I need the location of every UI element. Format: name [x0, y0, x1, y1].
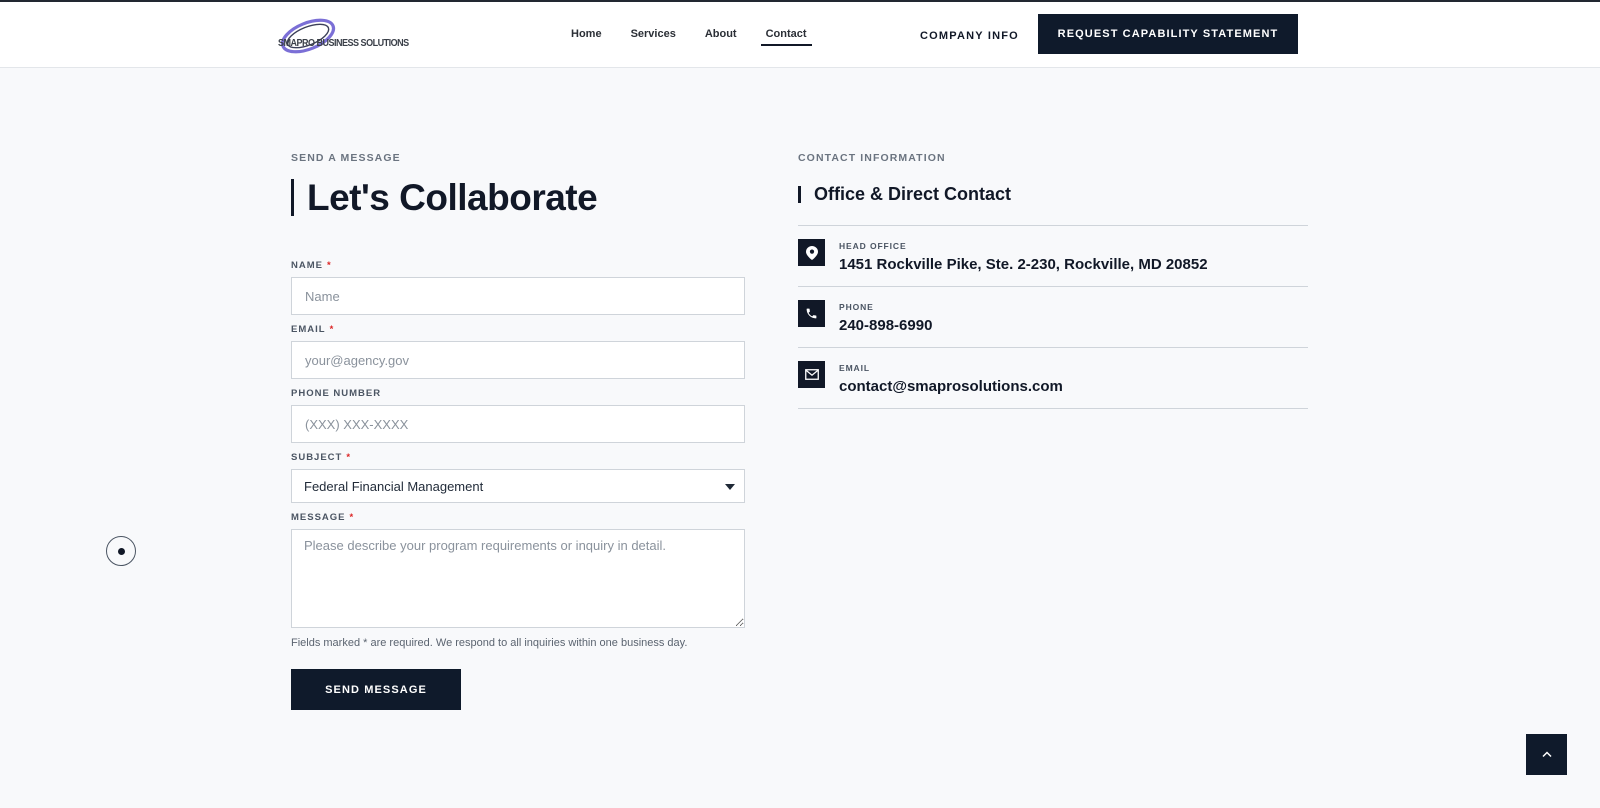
- head-office-address: 1451 Rockville Pike, Ste. 2-230, Rockvil…: [839, 256, 1208, 273]
- page-title: Let's Collaborate: [307, 177, 598, 218]
- logo-text: SMAPRO BUSINESS SOLUTIONS: [278, 37, 409, 49]
- send-message-button[interactable]: SEND MESSAGE: [291, 669, 461, 710]
- phone-label: PHONE NUMBER: [291, 388, 382, 399]
- dot-icon: [117, 547, 125, 555]
- email-address-link[interactable]: contact@smaprosolutions.com: [839, 378, 1063, 395]
- caret-down-icon: [725, 484, 735, 490]
- logo-swoosh-icon: [280, 18, 336, 54]
- scroll-to-top-button[interactable]: [1526, 734, 1567, 775]
- company-info-link[interactable]: COMPANY INFO: [920, 30, 1019, 42]
- nav-contact[interactable]: Contact: [760, 28, 812, 46]
- nav-services[interactable]: Services: [631, 28, 676, 46]
- required-fields-note: Fields marked * are required. We respond…: [291, 637, 688, 649]
- contact-info-section: CONTACT INFORMATION Office & Direct Cont…: [798, 152, 1308, 409]
- contact-label: EMAIL: [839, 363, 870, 373]
- subject-label: SUBJECT *: [291, 452, 352, 463]
- mail-icon: [798, 361, 825, 388]
- main-nav: Home Services About Contact: [571, 28, 836, 46]
- email-input[interactable]: [291, 341, 745, 379]
- phone-input[interactable]: [291, 405, 745, 443]
- chevron-up-icon: [1541, 751, 1552, 758]
- contact-list: HEAD OFFICE 1451 Rockville Pike, Ste. 2-…: [798, 225, 1308, 409]
- form-eyebrow: SEND A MESSAGE: [291, 152, 401, 164]
- contact-label: HEAD OFFICE: [839, 241, 907, 251]
- message-textarea[interactable]: [291, 529, 745, 628]
- nav-about[interactable]: About: [705, 28, 737, 46]
- contact-form-section: SEND A MESSAGE Let's Collaborate NAME* E…: [291, 152, 745, 710]
- map-pin-icon: [798, 239, 825, 266]
- subject-select[interactable]: Federal Financial Management: [291, 469, 745, 503]
- contact-item-email: EMAIL contact@smaprosolutions.com: [798, 348, 1308, 409]
- name-label: NAME *: [291, 260, 332, 271]
- form-title-wrap: Let's Collaborate: [291, 179, 745, 216]
- required-mark: *: [349, 512, 355, 523]
- site-header: SMAPRO BUSINESS SOLUTIONS Home Services …: [0, 2, 1600, 68]
- contact-label: PHONE: [839, 302, 874, 312]
- request-capability-statement-button[interactable]: REQUEST CAPABILITY STATEMENT: [1038, 14, 1298, 54]
- required-mark: *: [326, 260, 332, 271]
- nav-home[interactable]: Home: [571, 28, 602, 46]
- company-logo[interactable]: SMAPRO BUSINESS SOLUTIONS: [278, 12, 409, 60]
- floating-accessibility-button[interactable]: [106, 536, 136, 566]
- contact-item-head-office: HEAD OFFICE 1451 Rockville Pike, Ste. 2-…: [798, 226, 1308, 287]
- subject-selected-value: Federal Financial Management: [304, 479, 484, 494]
- required-mark: *: [346, 452, 352, 463]
- email-label: EMAIL *: [291, 324, 335, 335]
- contact-eyebrow: CONTACT INFORMATION: [798, 152, 946, 164]
- required-mark: *: [329, 324, 335, 335]
- contact-title-wrap: Office & Direct Contact: [798, 184, 1308, 204]
- contact-title: Office & Direct Contact: [814, 184, 1012, 204]
- name-input[interactable]: [291, 277, 745, 315]
- message-label: MESSAGE *: [291, 512, 355, 523]
- phone-icon: [798, 300, 825, 327]
- phone-number-link[interactable]: 240-898-6990: [839, 317, 932, 334]
- contact-item-phone: PHONE 240-898-6990: [798, 287, 1308, 348]
